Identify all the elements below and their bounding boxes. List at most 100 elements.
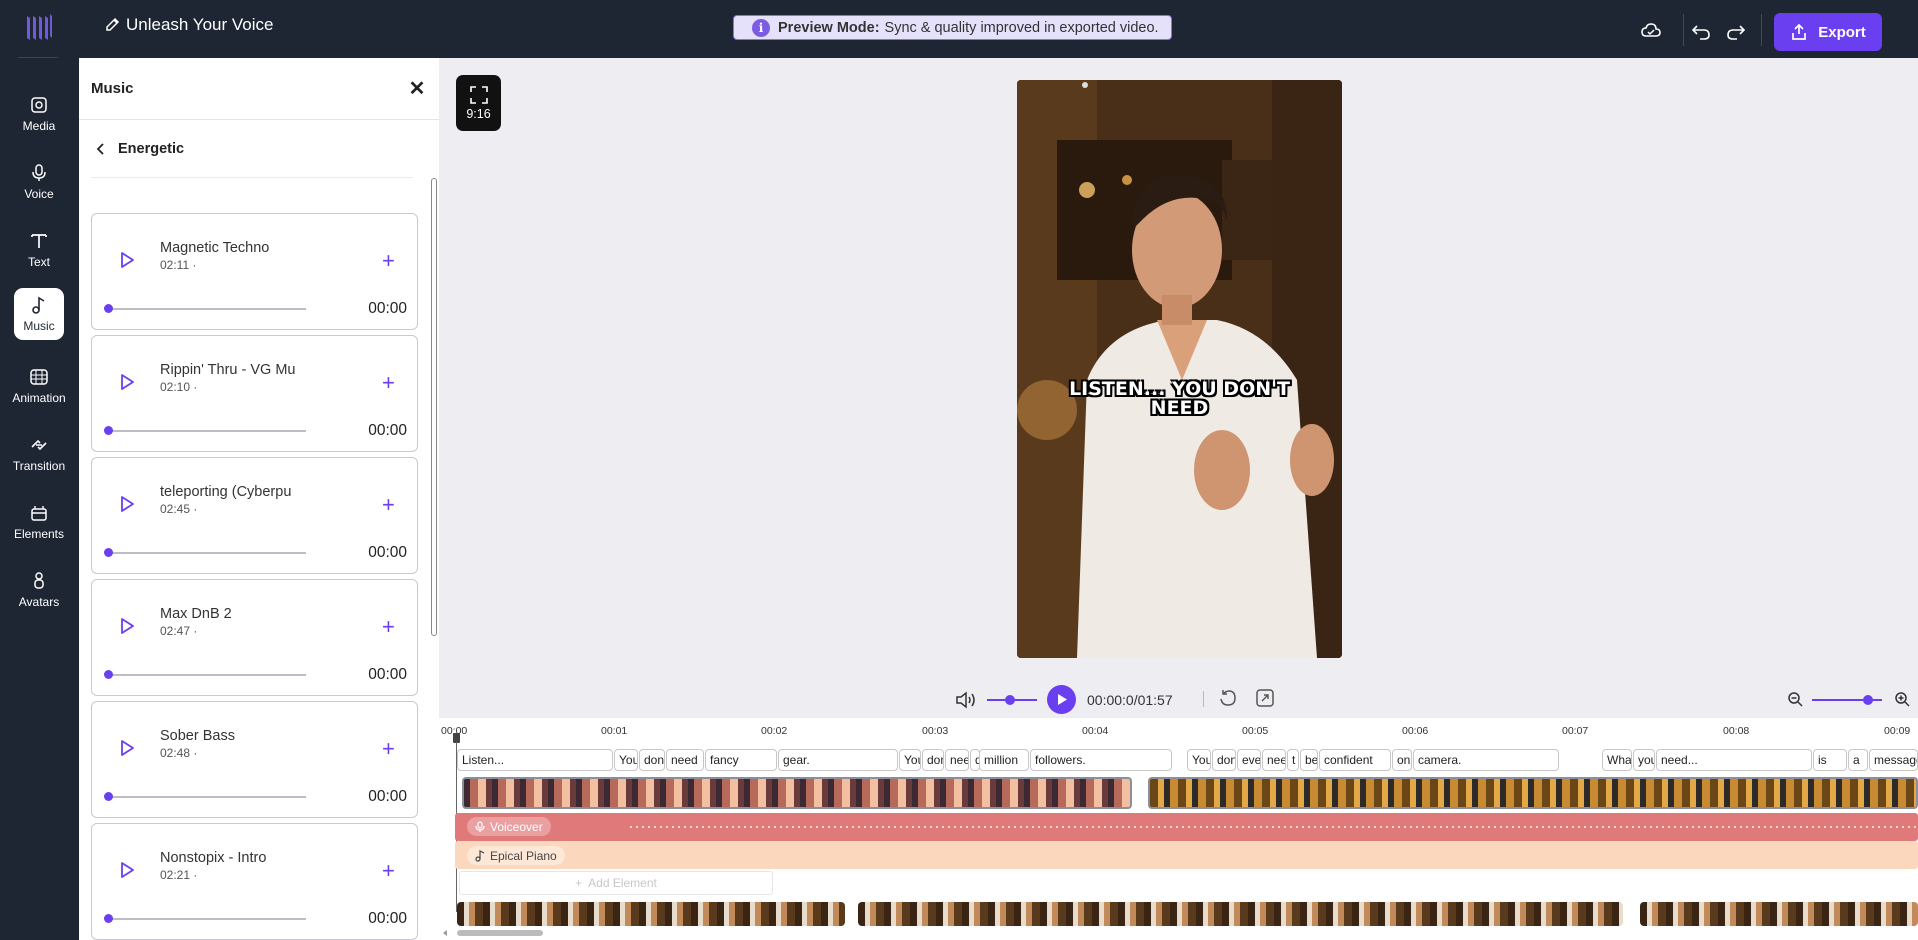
track-progress-bar[interactable] — [108, 796, 306, 798]
track-progress-knob[interactable] — [104, 792, 113, 801]
replay-icon[interactable] — [1219, 689, 1237, 707]
cloud-save-icon[interactable] — [1640, 20, 1662, 42]
play-icon[interactable] — [119, 252, 135, 268]
scroll-left-arrow[interactable] — [443, 930, 447, 936]
caption-word[interactable]: message — [1869, 749, 1918, 771]
caption-word[interactable]: a — [1848, 749, 1868, 771]
music-track-item[interactable]: Magnetic Techno 02:11 · + 00:00 — [91, 213, 418, 330]
caption-word[interactable]: don — [922, 749, 944, 771]
export-button[interactable]: Export — [1774, 13, 1882, 51]
caption-word[interactable]: don — [639, 749, 665, 771]
play-pause-button[interactable] — [1047, 685, 1076, 714]
voiceover-pill[interactable]: Voiceover — [467, 817, 551, 836]
caption-word[interactable]: be — [1300, 749, 1318, 771]
zoom-out-icon[interactable] — [1787, 691, 1804, 708]
caption-word[interactable]: gear. — [778, 749, 898, 771]
caption-word[interactable]: million — [979, 749, 1029, 771]
music-track[interactable]: Epical Piano — [455, 841, 1918, 869]
caption-word[interactable]: is — [1813, 749, 1847, 771]
track-progress-knob[interactable] — [104, 548, 113, 557]
category-back-button[interactable]: Energetic — [91, 120, 413, 178]
play-icon[interactable] — [119, 374, 135, 390]
play-icon[interactable] — [119, 740, 135, 756]
add-track-button[interactable]: + — [382, 370, 395, 396]
caption-word[interactable]: on — [1392, 749, 1412, 771]
caption-word[interactable]: You — [1187, 749, 1211, 771]
expand-icon[interactable] — [1256, 689, 1274, 707]
add-track-button[interactable]: + — [382, 492, 395, 518]
caption-word[interactable]: nee — [945, 749, 969, 771]
track-progress-knob[interactable] — [104, 426, 113, 435]
track-progress-bar[interactable] — [108, 674, 306, 676]
caption-word[interactable]: eve — [1237, 749, 1261, 771]
nav-music[interactable]: Music — [14, 288, 64, 340]
track-progress-knob[interactable] — [104, 670, 113, 679]
add-element-button[interactable]: + Add Element — [459, 871, 773, 895]
zoom-in-icon[interactable] — [1894, 691, 1911, 708]
nav-media[interactable]: Media — [14, 88, 64, 140]
music-track-item[interactable]: Rippin' Thru - VG Mu 02:10 · + 00:00 — [91, 335, 418, 452]
track-duration: 02:45 · — [160, 502, 198, 516]
play-icon[interactable] — [119, 862, 135, 878]
volume-icon[interactable] — [955, 690, 979, 710]
add-track-button[interactable]: + — [382, 858, 395, 884]
nav-animation[interactable]: Animation — [12, 360, 66, 412]
caption-word[interactable]: fancy — [705, 749, 777, 771]
caption-word[interactable]: followers. — [1030, 749, 1172, 771]
caption-word[interactable]: don — [1212, 749, 1236, 771]
caption-word[interactable]: nee — [1262, 749, 1286, 771]
nav-transition[interactable]: Transition — [13, 428, 65, 480]
undo-icon[interactable] — [1690, 20, 1712, 42]
add-track-button[interactable]: + — [382, 736, 395, 762]
timeline-scrollbar[interactable] — [441, 928, 1918, 938]
nav-text[interactable]: Text — [14, 224, 64, 276]
caption-word[interactable]: t — [1287, 749, 1299, 771]
music-track-item[interactable]: Max DnB 2 02:47 · + 00:00 — [91, 579, 418, 696]
track-progress-bar[interactable] — [108, 430, 306, 432]
music-pill[interactable]: Epical Piano — [467, 846, 565, 865]
caption-word[interactable]: camera. — [1413, 749, 1559, 771]
aspect-ratio-button[interactable]: 9:16 — [456, 75, 501, 131]
nav-avatars[interactable]: Avatars — [14, 564, 64, 616]
music-track-item[interactable]: Nonstopix - Intro 02:21 · + 00:00 — [91, 823, 418, 940]
video-clip-1[interactable] — [457, 902, 845, 926]
caption-word[interactable]: Wha — [1602, 749, 1632, 771]
video-preview[interactable]: LISTEN... YOU DON'T NEED — [1017, 80, 1342, 658]
panel-scrollbar[interactable] — [431, 178, 437, 636]
redo-icon[interactable] — [1725, 20, 1747, 42]
add-track-button[interactable]: + — [382, 248, 395, 274]
edit-pencil-icon[interactable] — [104, 16, 122, 34]
caption-word[interactable]: confident — [1319, 749, 1391, 771]
avatar-clip-thumbnails[interactable] — [462, 777, 1132, 809]
caption-word[interactable]: need... — [1656, 749, 1812, 771]
track-progress-bar[interactable] — [108, 308, 306, 310]
caption-word[interactable]: need — [666, 749, 704, 771]
add-track-button[interactable]: + — [382, 614, 395, 640]
voiceover-track[interactable]: Voiceover — [455, 813, 1918, 841]
track-progress-knob[interactable] — [104, 914, 113, 923]
video-caption[interactable]: LISTEN... YOU DON'T NEED — [1017, 380, 1342, 418]
app-logo[interactable] — [24, 12, 54, 42]
caption-word[interactable]: you — [1633, 749, 1655, 771]
track-progress-bar[interactable] — [108, 552, 306, 554]
video-clip-3[interactable] — [1640, 902, 1918, 926]
volume-knob[interactable] — [1005, 695, 1015, 705]
track-progress-bar[interactable] — [108, 918, 306, 920]
project-title[interactable]: Unleash Your Voice — [104, 15, 273, 35]
nav-elements[interactable]: Elements — [14, 496, 64, 548]
caption-word[interactable]: Listen... — [457, 749, 613, 771]
music-track-item[interactable]: teleporting (Cyberpu 02:45 · + 00:00 — [91, 457, 418, 574]
zoom-knob[interactable] — [1863, 695, 1873, 705]
play-icon[interactable] — [119, 618, 135, 634]
music-track-item[interactable]: Sober Bass 02:48 · + 00:00 — [91, 701, 418, 818]
broll-clip-thumbnails[interactable] — [1148, 777, 1918, 809]
video-clip-2[interactable] — [858, 902, 1623, 926]
caption-word[interactable]: You — [899, 749, 921, 771]
timeline-scroll-thumb[interactable] — [457, 930, 543, 936]
nav-voice[interactable]: Voice — [14, 156, 64, 208]
close-icon[interactable]: ✕ — [407, 76, 427, 101]
caption-word[interactable]: You — [614, 749, 638, 771]
project-title-text[interactable]: Unleash Your Voice — [126, 15, 273, 35]
track-progress-knob[interactable] — [104, 304, 113, 313]
play-icon[interactable] — [119, 496, 135, 512]
